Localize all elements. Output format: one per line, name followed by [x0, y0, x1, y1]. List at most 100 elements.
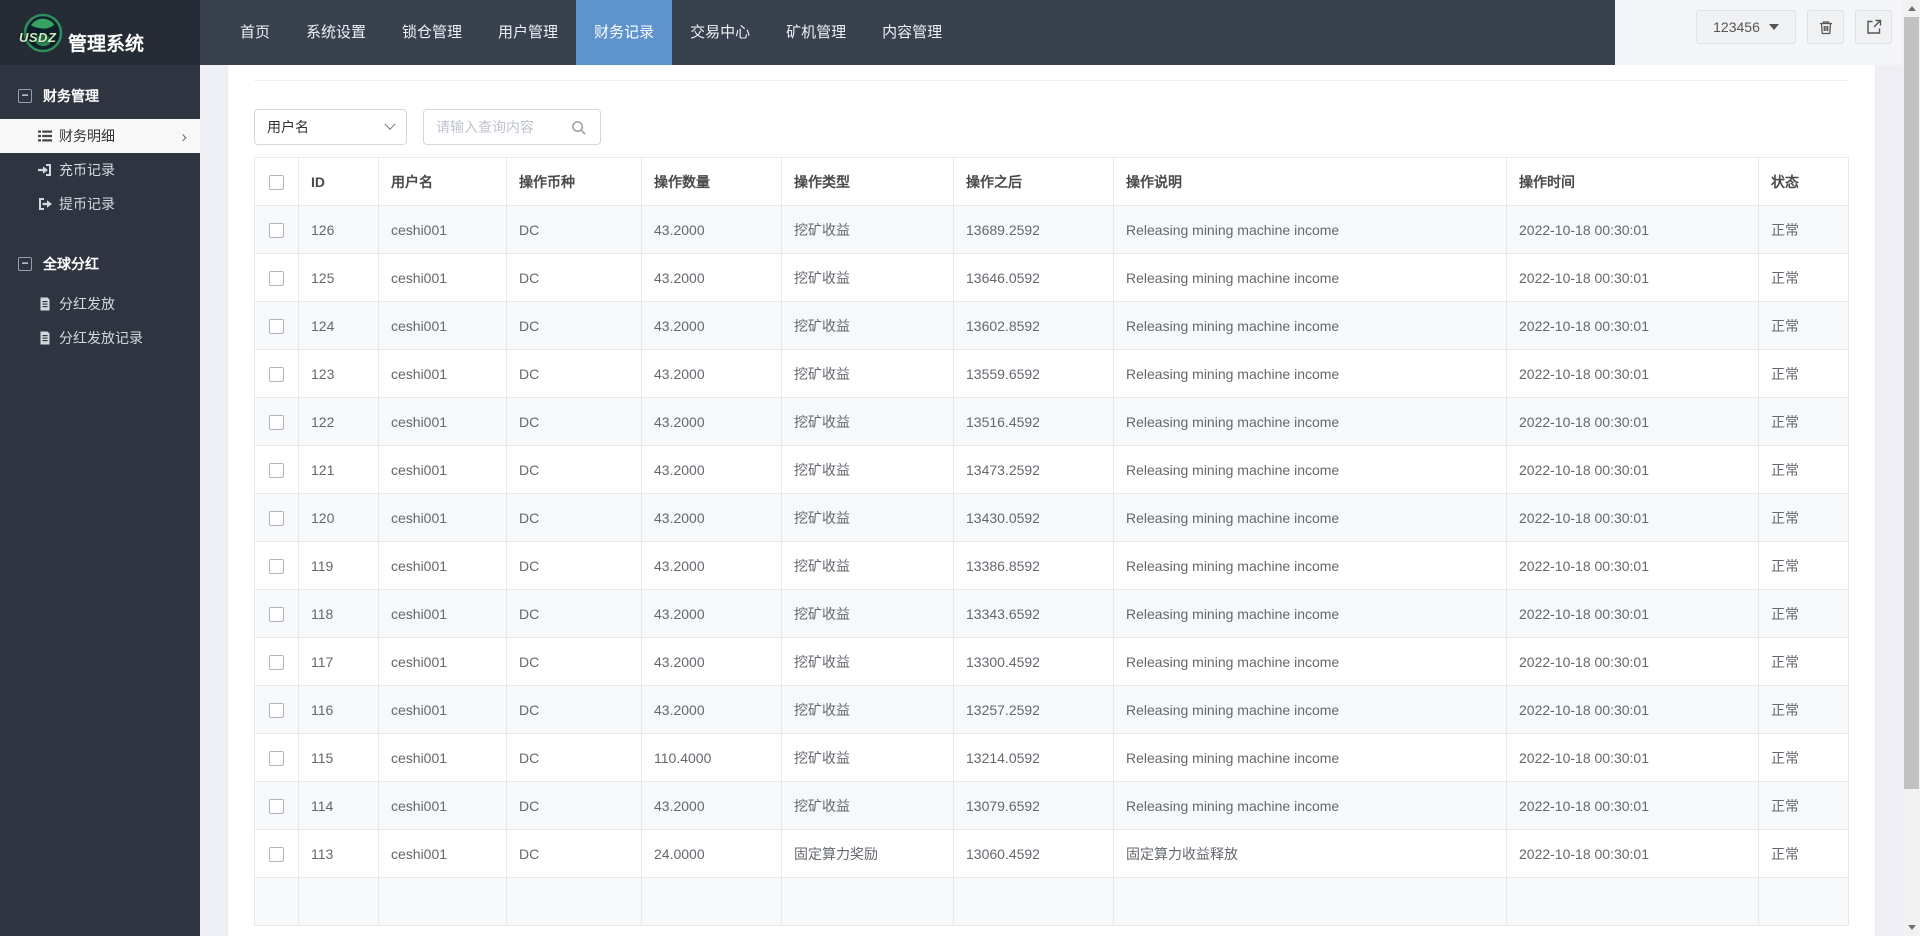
row-checkbox-cell	[255, 446, 299, 494]
globe-logo-icon: USDZ	[22, 12, 64, 54]
cell-status: 正常	[1759, 254, 1849, 302]
table-row: 113ceshi001DC24.0000固定算力奖励13060.4592固定算力…	[255, 830, 1849, 878]
sidebar-item[interactable]: 分红发放记录	[0, 321, 200, 355]
cell-description: Releasing mining machine income	[1114, 782, 1507, 830]
vertical-scrollbar[interactable]	[1903, 0, 1920, 936]
cell-amount: 43.2000	[642, 302, 782, 350]
cell-username: ceshi001	[379, 398, 507, 446]
logout-button[interactable]	[1855, 10, 1892, 44]
document-icon	[38, 297, 52, 311]
nav-item[interactable]: 矿机管理	[768, 0, 864, 65]
row-checkbox[interactable]	[269, 799, 284, 814]
search-input[interactable]	[436, 119, 571, 135]
table-row: 120ceshi001DC43.2000挖矿收益13430.0592Releas…	[255, 494, 1849, 542]
collapse-icon: −	[18, 89, 32, 103]
sidebar-item[interactable]: 充币记录	[0, 153, 200, 187]
cell-after: 13343.6592	[954, 590, 1114, 638]
column-header: 操作说明	[1114, 158, 1507, 206]
nav-item[interactable]: 用户管理	[480, 0, 576, 65]
sidebar-item-label: 分红发放记录	[59, 328, 143, 348]
table-row: 125ceshi001DC43.2000挖矿收益13646.0592Releas…	[255, 254, 1849, 302]
column-header: 操作币种	[507, 158, 642, 206]
row-checkbox[interactable]	[269, 463, 284, 478]
filter-field-value: 用户名	[267, 117, 309, 137]
cell-amount: 110.4000	[642, 734, 782, 782]
top-navbar: USDZ 管理系统 首页系统设置锁仓管理用户管理财务记录交易中心矿机管理内容管理…	[0, 0, 1920, 65]
row-checkbox-cell	[255, 590, 299, 638]
row-checkbox[interactable]	[269, 415, 284, 430]
row-checkbox[interactable]	[269, 223, 284, 238]
cell-id: 121	[299, 446, 379, 494]
nav-item[interactable]: 锁仓管理	[384, 0, 480, 65]
cell-type: 挖矿收益	[782, 782, 954, 830]
row-checkbox[interactable]	[269, 751, 284, 766]
nav-item[interactable]: 内容管理	[864, 0, 960, 65]
row-checkbox[interactable]	[269, 847, 284, 862]
cell-status: 正常	[1759, 446, 1849, 494]
row-checkbox[interactable]	[269, 703, 284, 718]
nav-item[interactable]: 系统设置	[288, 0, 384, 65]
finance-table: ID用户名操作币种操作数量操作类型操作之后操作说明操作时间状态 126ceshi…	[254, 157, 1849, 926]
nav-menu: 首页系统设置锁仓管理用户管理财务记录交易中心矿机管理内容管理	[222, 0, 960, 65]
cell-type: 挖矿收益	[782, 254, 954, 302]
sidebar-section-title[interactable]: −全球分红	[0, 233, 200, 287]
nav-item[interactable]: 财务记录	[576, 0, 672, 65]
filter-field-select[interactable]: 用户名	[254, 109, 407, 145]
cell-type: 挖矿收益	[782, 542, 954, 590]
cell-username: ceshi001	[379, 542, 507, 590]
cell-username: ceshi001	[379, 254, 507, 302]
select-all-cell	[255, 158, 299, 206]
nav-item[interactable]: 交易中心	[672, 0, 768, 65]
cell-after: 13079.6592	[954, 782, 1114, 830]
table-row-partial	[255, 878, 1849, 926]
sidebar-item[interactable]: 分红发放	[0, 287, 200, 321]
search-icon[interactable]	[571, 120, 586, 135]
cell-status: 正常	[1759, 782, 1849, 830]
cell-username: ceshi001	[379, 590, 507, 638]
sidebar-item[interactable]: 提币记录	[0, 187, 200, 221]
cell-status: 正常	[1759, 302, 1849, 350]
cell-status: 正常	[1759, 494, 1849, 542]
scroll-down-arrow[interactable]	[1903, 920, 1920, 935]
nav-item[interactable]: 首页	[222, 0, 288, 65]
cell-username: ceshi001	[379, 638, 507, 686]
filter-row: 用户名	[254, 109, 1849, 145]
row-checkbox[interactable]	[269, 319, 284, 334]
sidebar-section-label: 全球分红	[43, 254, 99, 274]
table-row: 126ceshi001DC43.2000挖矿收益13689.2592Releas…	[255, 206, 1849, 254]
cell-status: 正常	[1759, 206, 1849, 254]
cell-time: 2022-10-18 00:30:01	[1507, 590, 1759, 638]
row-checkbox[interactable]	[269, 367, 284, 382]
cell-id: 125	[299, 254, 379, 302]
row-checkbox[interactable]	[269, 607, 284, 622]
cell-amount: 24.0000	[642, 830, 782, 878]
cell-description: Releasing mining machine income	[1114, 734, 1507, 782]
cell-id: 124	[299, 302, 379, 350]
cell-status: 正常	[1759, 398, 1849, 446]
row-checkbox[interactable]	[269, 511, 284, 526]
row-checkbox-cell	[255, 494, 299, 542]
cell-currency: DC	[507, 494, 642, 542]
row-checkbox[interactable]	[269, 559, 284, 574]
cell-time: 2022-10-18 00:30:01	[1507, 302, 1759, 350]
cell-amount: 43.2000	[642, 206, 782, 254]
scrollbar-thumb[interactable]	[1904, 17, 1919, 789]
row-checkbox[interactable]	[269, 271, 284, 286]
cell-description: Releasing mining machine income	[1114, 206, 1507, 254]
cell-description: Releasing mining machine income	[1114, 446, 1507, 494]
clear-cache-button[interactable]	[1807, 10, 1844, 44]
cell-after: 13386.8592	[954, 542, 1114, 590]
cell-time: 2022-10-18 00:30:01	[1507, 446, 1759, 494]
cell-time: 2022-10-18 00:30:01	[1507, 830, 1759, 878]
scroll-up-arrow[interactable]	[1903, 1, 1920, 16]
cell-type: 挖矿收益	[782, 494, 954, 542]
chevron-down-icon	[384, 119, 395, 130]
user-dropdown[interactable]: 123456	[1696, 10, 1796, 44]
sidebar-item[interactable]: 财务明细›	[0, 119, 200, 153]
cell-type: 固定算力奖励	[782, 830, 954, 878]
select-all-checkbox[interactable]	[269, 175, 284, 190]
withdraw-icon	[38, 197, 52, 211]
cell-after: 13559.6592	[954, 350, 1114, 398]
sidebar-section-title[interactable]: −财务管理	[0, 65, 200, 119]
row-checkbox[interactable]	[269, 655, 284, 670]
